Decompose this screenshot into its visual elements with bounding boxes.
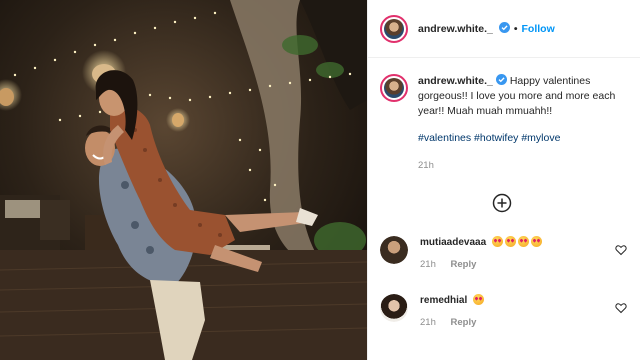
comment-username[interactable]: remedhial xyxy=(420,295,467,306)
header-separator: • xyxy=(513,22,518,35)
reply-button[interactable]: Reply xyxy=(451,317,477,328)
hashtag-link[interactable]: #hotwifey xyxy=(474,132,518,144)
caption-avatar[interactable] xyxy=(380,74,408,102)
comment-time[interactable]: 21h xyxy=(420,317,436,328)
comment-time[interactable]: 21h xyxy=(420,259,436,270)
reply-button[interactable]: Reply xyxy=(451,259,477,270)
comment-meta: 21h Reply xyxy=(420,317,635,328)
hashtag-link[interactable]: #valentines xyxy=(418,132,471,144)
verified-badge-icon xyxy=(495,74,507,85)
heart-eyes-emoji-icon xyxy=(517,236,529,247)
comment-item: mutiaadevaaa 21h Reply xyxy=(380,236,635,270)
heart-icon[interactable] xyxy=(615,244,627,256)
comment-line: remedhial xyxy=(420,294,635,308)
follow-button[interactable]: Follow xyxy=(522,23,555,35)
plus-circle-icon[interactable] xyxy=(492,193,512,213)
heart-eyes-emoji-icon xyxy=(504,236,516,247)
comment-body: remedhial 21h Reply xyxy=(420,294,635,328)
author-avatar[interactable] xyxy=(380,14,408,43)
post-caption: andrew.white._ Happy valentines gorgeous… xyxy=(368,58,640,173)
post-sidebar: andrew.white._ • Follow andrew.white._ H… xyxy=(367,0,640,360)
comment-body: mutiaadevaaa 21h Reply xyxy=(420,236,635,270)
comment-avatar[interactable] xyxy=(380,236,408,264)
comment-meta: 21h Reply xyxy=(420,259,635,270)
comment-emoji-group xyxy=(491,236,544,248)
caption-hashtags: #valentines #hotwifey #mylove xyxy=(418,131,626,146)
caption-timestamp[interactable]: 21h xyxy=(418,158,626,173)
caption-body: andrew.white._ Happy valentines gorgeous… xyxy=(418,74,626,173)
heart-eyes-emoji-icon xyxy=(473,294,485,305)
heart-eyes-emoji-icon xyxy=(491,236,503,247)
comment-item: remedhial 21h Reply xyxy=(380,294,635,328)
header-username-text[interactable]: andrew.white._ xyxy=(418,23,493,35)
couple-photo-illustration xyxy=(0,0,367,360)
post-photo[interactable] xyxy=(0,0,367,360)
instagram-post: andrew.white._ • Follow andrew.white._ H… xyxy=(0,0,640,360)
comment-username[interactable]: mutiaadevaaa xyxy=(420,237,486,248)
comment-avatar[interactable] xyxy=(380,294,408,322)
header-username[interactable]: andrew.white._ xyxy=(418,22,510,35)
post-header: andrew.white._ • Follow xyxy=(368,0,640,58)
heart-eyes-emoji-icon xyxy=(530,236,542,247)
verified-badge-icon xyxy=(498,22,510,33)
heart-icon[interactable] xyxy=(615,302,627,314)
caption-username[interactable]: andrew.white._ xyxy=(418,75,493,87)
hashtag-link[interactable]: #mylove xyxy=(521,132,560,144)
caption-text-block: andrew.white._ Happy valentines gorgeous… xyxy=(418,74,626,119)
comment-line: mutiaadevaaa xyxy=(420,236,635,250)
